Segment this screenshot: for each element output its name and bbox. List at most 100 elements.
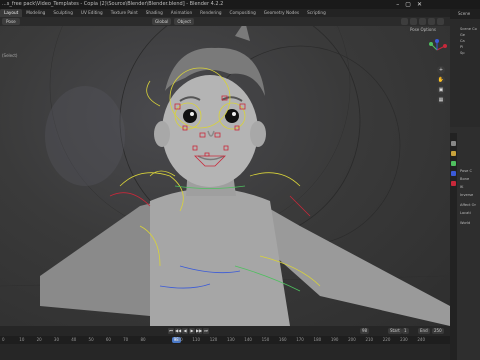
workspace-tab[interactable]: UV Editing — [77, 9, 107, 17]
ruler-tick: 10 — [19, 337, 25, 342]
workspace-tab[interactable]: Shading — [142, 9, 167, 17]
outliner-row[interactable]: Ca — [460, 39, 465, 43]
playback-controls: ⏮ ◀◀ ◀ ▶ ▶▶ ⏭ — [168, 328, 209, 334]
prev-keyframe-icon[interactable]: ◀◀ — [175, 328, 181, 334]
next-keyframe-icon[interactable]: ▶▶ — [196, 328, 202, 334]
zoom-icon[interactable]: + — [437, 66, 445, 74]
end-label: End — [418, 328, 430, 334]
ruler-tick: 200 — [348, 337, 356, 342]
jump-end-icon[interactable]: ⏭ — [203, 328, 209, 334]
object-tab-icon[interactable] — [451, 181, 456, 186]
scene-selector[interactable]: Scene — [450, 9, 480, 19]
end-frame-field[interactable]: 250 — [432, 328, 444, 334]
3d-viewport[interactable]: (Select) — [0, 26, 450, 326]
character-ear-right — [250, 121, 266, 147]
ruler-tick: 210 — [365, 337, 374, 342]
close-icon[interactable]: ✕ — [417, 1, 422, 8]
properties-row[interactable]: Affect Or — [460, 203, 476, 207]
workspace-tab[interactable]: Geometry Nodes — [260, 9, 303, 17]
bone-tab-icon[interactable] — [451, 161, 456, 166]
outliner-row[interactable]: Pl — [460, 45, 463, 49]
workspace-tabs: Layout Modeling Sculpting UV Editing Texture… — [0, 9, 450, 17]
ruler-tick: 70 — [123, 337, 129, 342]
maximize-icon[interactable]: ▢ — [405, 1, 411, 8]
workspace-tab[interactable]: Rendering — [196, 9, 225, 17]
window-title: ...s_free pack\Video_Templates - Copia (… — [2, 1, 224, 7]
workspace-tab[interactable]: Modeling — [22, 9, 49, 17]
character-head — [162, 75, 258, 187]
transform-orientation-dropdown[interactable]: Global — [152, 18, 172, 25]
ruler-tick: 40 — [71, 337, 77, 342]
character-left-arm — [40, 201, 165, 316]
material-shading-button[interactable] — [428, 18, 435, 25]
viewport-subheader: (Select) — [2, 53, 18, 58]
overlay-button[interactable] — [401, 18, 408, 25]
pan-icon[interactable]: ✋ — [437, 76, 445, 84]
navigation-gizmo[interactable] — [425, 38, 449, 62]
shading-buttons — [401, 18, 444, 25]
frame-ruler[interactable]: 0 10 20 30 40 50 60 70 80 98 100 110 120 130 140 150 160… — [0, 336, 450, 344]
outliner-row[interactable]: Sp — [460, 51, 465, 55]
ruler-tick: 120 — [209, 337, 218, 342]
title-bar: ...s_free pack\Video_Templates - Copia (… — [0, 0, 480, 9]
right-editor-panel: Scene Scene Co Ge Ca Pl Sp Pose C Bone I… — [450, 9, 480, 360]
workspace-tab[interactable]: Layout — [0, 9, 23, 17]
ruler-tick: 180 — [313, 337, 322, 342]
workspace-tab[interactable]: Scripting — [303, 9, 330, 17]
window-controls: – ▢ ✕ — [396, 1, 422, 8]
workspace-tab[interactable]: Animation — [167, 9, 196, 17]
play-icon[interactable]: ▶ — [189, 328, 195, 334]
mode-selector[interactable]: Pose — [2, 18, 20, 25]
constraint-tab-icon[interactable] — [451, 171, 456, 176]
properties-row[interactable]: Locati — [460, 211, 471, 215]
properties-row[interactable]: Pose C — [460, 169, 472, 173]
ruler-tick: 110 — [192, 337, 201, 342]
ruler-tick: 130 — [227, 337, 235, 342]
camera-view-icon[interactable]: ▣ — [437, 86, 445, 94]
workspace-tab[interactable]: Compositing — [226, 9, 260, 17]
pivot-dropdown[interactable]: Object — [174, 18, 194, 25]
tool-tab-icon[interactable] — [451, 141, 456, 146]
outliner-row[interactable]: Scene Co — [460, 27, 477, 31]
ruler-tick: 140 — [244, 337, 252, 342]
ruler-tick: 80 — [140, 337, 146, 342]
ruler-tick: 100 — [175, 337, 183, 342]
ruler-tick: 0 — [2, 337, 5, 342]
ruler-tick: 160 — [278, 337, 287, 342]
ruler-tick: 150 — [261, 337, 270, 342]
timeline-header: ⏮ ◀◀ ◀ ▶ ▶▶ ⏭ 98 Start 1 End 250 — [0, 326, 450, 336]
character-ear-left — [154, 121, 170, 147]
ruler-tick: 30 — [53, 337, 60, 342]
render-tab-icon[interactable] — [451, 151, 456, 156]
workspace-tab[interactable]: Sculpting — [49, 9, 77, 17]
character-eye-left — [183, 109, 197, 123]
ruler-tick: 220 — [382, 337, 391, 342]
properties-row[interactable]: Inverse — [460, 193, 473, 197]
ruler-tick: 190 — [330, 337, 339, 342]
transform-controls: Global Object — [152, 18, 194, 25]
pose-options-dropdown[interactable]: Pose Options — [410, 27, 436, 33]
properties-row[interactable]: World — [460, 221, 470, 225]
start-frame-field[interactable]: 1 — [402, 328, 409, 334]
ruler-tick: 20 — [36, 337, 42, 342]
workspace-tab[interactable]: Texture Paint — [107, 9, 142, 17]
xray-button[interactable] — [410, 18, 417, 25]
outliner-row[interactable]: Ge — [460, 33, 465, 37]
solid-shading-button[interactable] — [419, 18, 426, 25]
light-glow — [45, 86, 125, 186]
viewport-header: Pose Global Object — [0, 17, 450, 26]
properties-row[interactable]: Bone — [460, 177, 469, 181]
ruler-tick: 240 — [417, 337, 426, 342]
perspective-toggle-icon[interactable]: ▦ — [437, 96, 445, 104]
viewport-scene — [0, 26, 450, 326]
minimize-icon[interactable]: – — [396, 1, 399, 8]
current-frame-field[interactable]: 98 — [360, 328, 370, 334]
timeline-track[interactable] — [0, 344, 450, 360]
ruler-tick: 50 — [88, 337, 94, 342]
character-torso — [150, 188, 290, 326]
properties-row[interactable]: IK — [460, 185, 463, 189]
jump-start-icon[interactable]: ⏮ — [168, 328, 174, 334]
play-reverse-icon[interactable]: ◀ — [182, 328, 188, 334]
properties-tabs — [450, 133, 457, 360]
rendered-shading-button[interactable] — [437, 18, 444, 25]
